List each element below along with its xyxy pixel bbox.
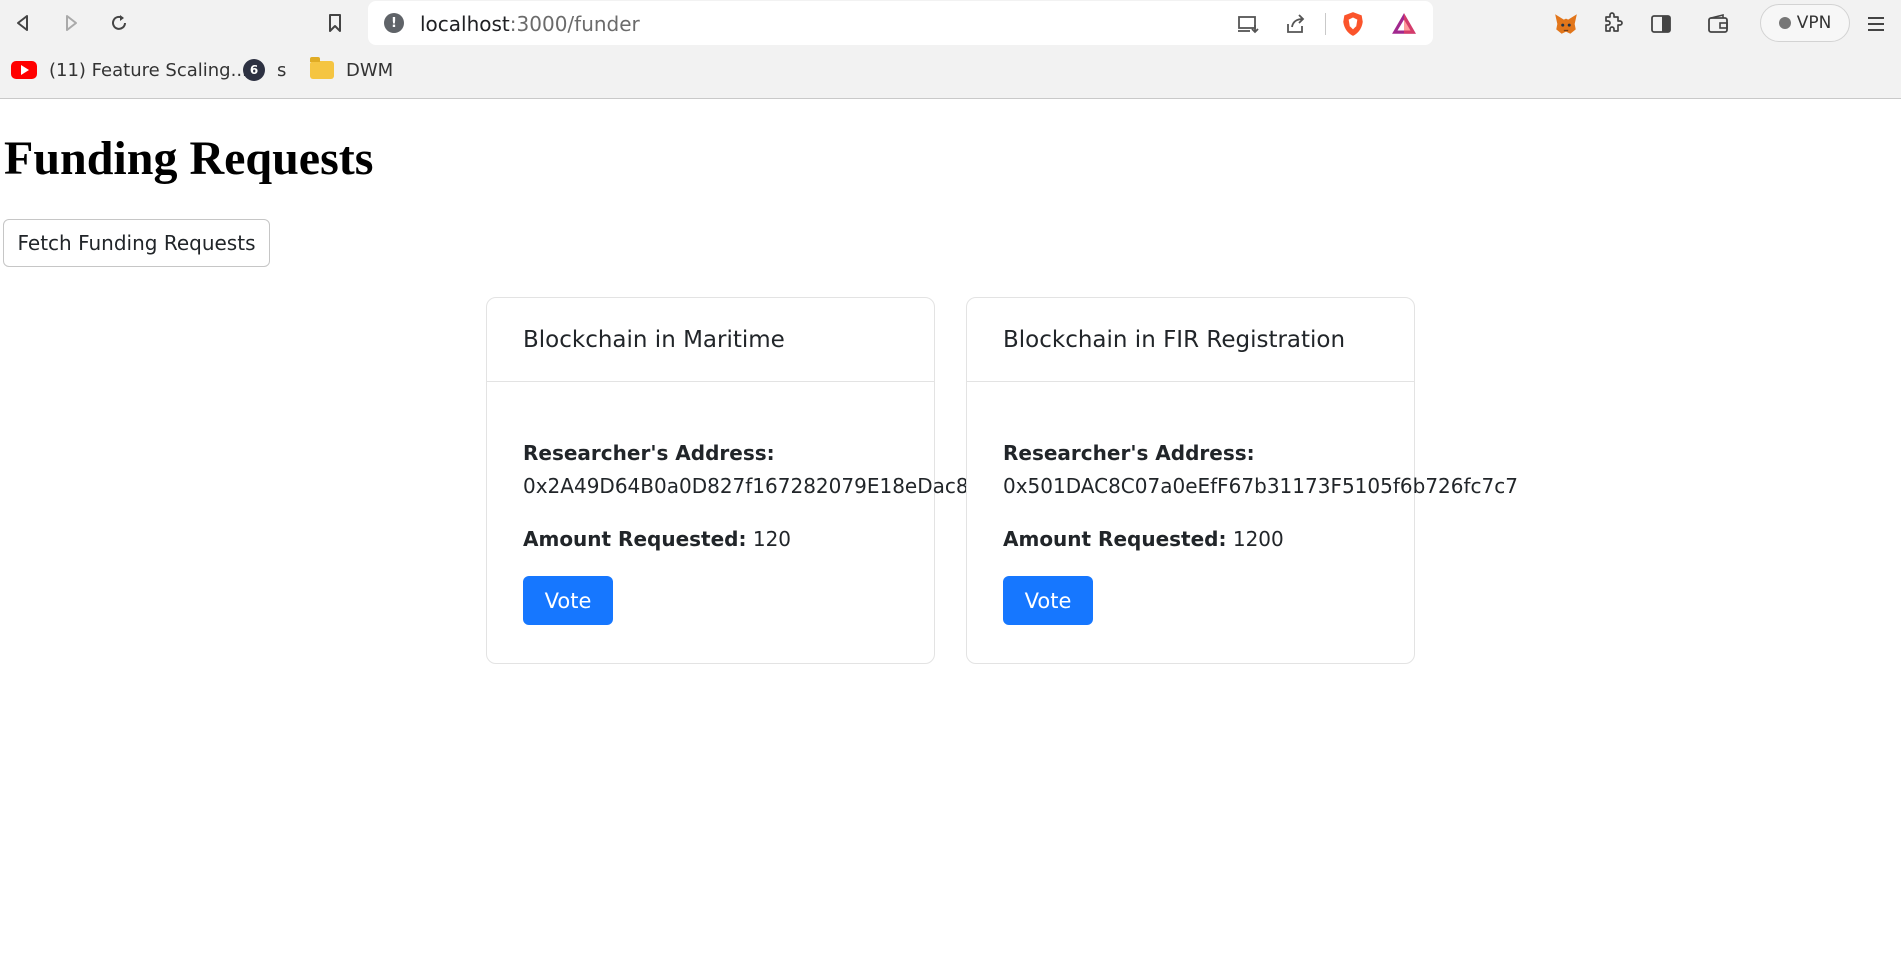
bookmark-feature-scaling[interactable]: (11) Feature Scaling...	[11, 55, 248, 85]
url-text[interactable]: localhost:3000/funder	[420, 12, 640, 36]
vpn-status-icon	[1778, 17, 1791, 29]
share-icon[interactable]	[1283, 11, 1309, 37]
address-bar[interactable]: ! localhost:3000/funder	[368, 1, 1433, 45]
sidebar-icon[interactable]	[1646, 9, 1676, 39]
funding-request-card: Blockchain in FIR Registration Researche…	[966, 297, 1518, 664]
amount-requested: Amount Requested: 120	[523, 527, 791, 551]
funding-request-card: Blockchain in Maritime Researcher's Addr…	[486, 297, 1020, 664]
address-label: Researcher's Address:	[523, 441, 775, 465]
url-host: localhost	[420, 12, 510, 36]
extensions-icon[interactable]	[1598, 9, 1628, 39]
url-path: :3000/funder	[509, 12, 640, 36]
wallet-icon[interactable]	[1703, 9, 1733, 39]
youtube-icon	[11, 61, 37, 79]
folder-icon	[310, 57, 334, 79]
bookmark-icon[interactable]	[320, 8, 350, 38]
address-label: Researcher's Address:	[1003, 441, 1255, 465]
bookmark-label: (11) Feature Scaling...	[49, 59, 248, 81]
back-icon[interactable]	[8, 8, 38, 38]
bookmark-label: DWM	[346, 59, 394, 81]
bookmark-s[interactable]: 6 s	[243, 55, 286, 85]
vpn-button[interactable]: VPN	[1760, 4, 1850, 42]
card-title: Blockchain in FIR Registration	[967, 298, 1414, 382]
researcher-address: 0x2A49D64B0a0D827f167282079E18eDac81058	[523, 474, 1020, 498]
vote-button[interactable]: Vote	[523, 576, 613, 625]
brave-rewards-icon[interactable]	[1391, 11, 1417, 37]
site-icon: 6	[243, 59, 265, 81]
amount-label: Amount Requested:	[523, 527, 747, 551]
fetch-funding-requests-button[interactable]: Fetch Funding Requests	[3, 219, 270, 267]
url-separator	[1325, 13, 1326, 35]
metamask-icon[interactable]	[1551, 9, 1581, 39]
amount-value: 1200	[1232, 527, 1284, 551]
browser-chrome: ! localhost:3000/funder VPN (11) Feature…	[0, 0, 1901, 99]
bookmarks-bar: (11) Feature Scaling... 6 s DWM	[0, 55, 1901, 85]
amount-requested: Amount Requested: 1200	[1003, 527, 1284, 551]
bookmark-label: s	[277, 59, 287, 81]
vpn-label: VPN	[1796, 13, 1832, 33]
site-info-icon[interactable]: !	[384, 13, 404, 33]
page-title: Funding Requests	[4, 132, 374, 185]
vote-button[interactable]: Vote	[1003, 576, 1093, 625]
amount-label: Amount Requested:	[1003, 527, 1227, 551]
reload-icon[interactable]	[104, 8, 134, 38]
brave-shields-icon[interactable]	[1340, 11, 1366, 37]
bookmark-dwm-folder[interactable]: DWM	[310, 55, 393, 85]
menu-icon[interactable]	[1861, 9, 1891, 39]
install-icon[interactable]	[1235, 11, 1261, 37]
forward-icon[interactable]	[56, 8, 86, 38]
amount-value: 120	[752, 527, 792, 551]
card-title: Blockchain in Maritime	[487, 298, 934, 382]
researcher-address: 0x501DAC8C07a0eEfF67b31173F5105f6b726fc7…	[1003, 474, 1518, 498]
